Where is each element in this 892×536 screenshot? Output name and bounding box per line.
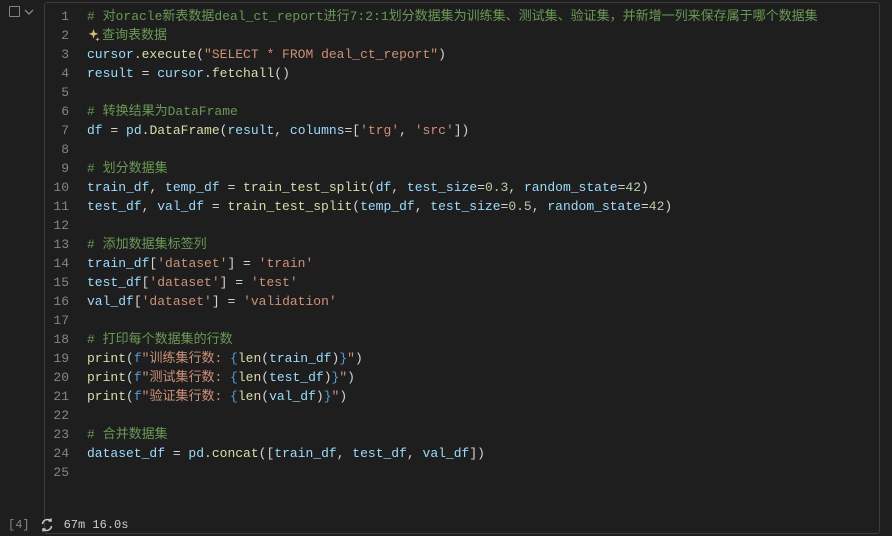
- line-number: 2: [45, 26, 69, 45]
- line-number: 21: [45, 387, 69, 406]
- code-line[interactable]: train_df['dataset'] = 'train': [87, 254, 879, 273]
- active-indicator: [361, 2, 429, 3]
- line-number: 9: [45, 159, 69, 178]
- code-line[interactable]: result = cursor.fetchall(): [87, 64, 879, 83]
- code-line[interactable]: df = pd.DataFrame(result, columns=['trg'…: [87, 121, 879, 140]
- line-number: 10: [45, 178, 69, 197]
- code-line[interactable]: [87, 463, 879, 482]
- code-line[interactable]: val_df['dataset'] = 'validation': [87, 292, 879, 311]
- line-number: 16: [45, 292, 69, 311]
- line-number: 7: [45, 121, 69, 140]
- line-number: 6: [45, 102, 69, 121]
- chevron-down-icon[interactable]: [24, 7, 34, 17]
- code-line[interactable]: print(f"测试集行数: {len(test_df)}"): [87, 368, 879, 387]
- line-number: 8: [45, 140, 69, 159]
- copilot-sparkle-icon[interactable]: [87, 28, 102, 43]
- execution-count: [4]: [8, 518, 30, 532]
- code-line[interactable]: test_df, val_df = train_test_split(temp_…: [87, 197, 879, 216]
- code-line[interactable]: # 合并数据集: [87, 425, 879, 444]
- line-number: 5: [45, 83, 69, 102]
- line-number: 15: [45, 273, 69, 292]
- code-line[interactable]: cursor.execute("SELECT * FROM deal_ct_re…: [87, 45, 879, 64]
- line-number: 12: [45, 216, 69, 235]
- code-line[interactable]: [87, 83, 879, 102]
- cell-gutter: [0, 0, 42, 536]
- code-line[interactable]: [87, 216, 879, 235]
- cell-status-bar: [4] 67m 16.0s: [0, 514, 892, 536]
- code-line[interactable]: # 打印每个数据集的行数: [87, 330, 879, 349]
- code-line[interactable]: [87, 406, 879, 425]
- code-line[interactable]: test_df['dataset'] = 'test': [87, 273, 879, 292]
- line-number: 18: [45, 330, 69, 349]
- line-number: 25: [45, 463, 69, 482]
- code-line[interactable]: [87, 140, 879, 159]
- stop-cell-icon[interactable]: [9, 6, 20, 17]
- line-numbers: 1234567891011121314151617181920212223242…: [45, 7, 83, 482]
- line-number: 19: [45, 349, 69, 368]
- code-line[interactable]: # 对oracle新表数据deal_ct_report进行7:2:1划分数据集为…: [87, 7, 879, 26]
- line-number: 11: [45, 197, 69, 216]
- code-line[interactable]: dataset_df = pd.concat([train_df, test_d…: [87, 444, 879, 463]
- line-number: 20: [45, 368, 69, 387]
- code-line[interactable]: train_df, temp_df = train_test_split(df,…: [87, 178, 879, 197]
- line-number: 3: [45, 45, 69, 64]
- code-line[interactable]: # 转换结果为DataFrame: [87, 102, 879, 121]
- code-line[interactable]: # 划分数据集: [87, 159, 879, 178]
- code-line[interactable]: # 添加数据集标签列: [87, 235, 879, 254]
- code-line[interactable]: print(f"验证集行数: {len(val_df)}"): [87, 387, 879, 406]
- code-content[interactable]: # 对oracle新表数据deal_ct_report进行7:2:1划分数据集为…: [83, 7, 879, 482]
- code-line[interactable]: [87, 311, 879, 330]
- sync-icon[interactable]: [40, 518, 54, 532]
- execution-time: 67m 16.0s: [64, 518, 129, 532]
- code-editor[interactable]: 1234567891011121314151617181920212223242…: [44, 2, 880, 534]
- line-number: 17: [45, 311, 69, 330]
- line-number: 14: [45, 254, 69, 273]
- line-number: 22: [45, 406, 69, 425]
- line-number: 24: [45, 444, 69, 463]
- line-number: 4: [45, 64, 69, 83]
- line-number: 13: [45, 235, 69, 254]
- code-line[interactable]: 查询表数据: [87, 26, 879, 45]
- line-number: 1: [45, 7, 69, 26]
- code-line[interactable]: print(f"训练集行数: {len(train_df)}"): [87, 349, 879, 368]
- notebook-cell: 1234567891011121314151617181920212223242…: [0, 0, 892, 536]
- line-number: 23: [45, 425, 69, 444]
